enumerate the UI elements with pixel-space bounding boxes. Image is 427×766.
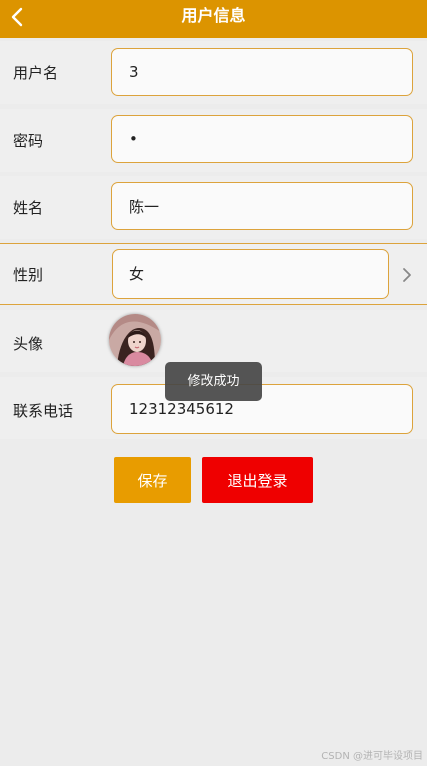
success-toast: 修改成功 <box>165 362 262 401</box>
username-input[interactable] <box>111 48 413 96</box>
watermark: CSDN @进可毕设项目 <box>321 751 423 762</box>
password-label: 密码 <box>13 132 44 150</box>
phone-label: 联系电话 <box>13 402 74 420</box>
save-button[interactable]: 保存 <box>114 457 191 503</box>
name-label: 姓名 <box>13 199 44 217</box>
avatar[interactable] <box>109 314 161 366</box>
phone-input[interactable] <box>111 384 413 434</box>
chevron-right-icon[interactable] <box>399 267 415 283</box>
gender-select[interactable]: 女 <box>112 249 389 299</box>
page-title: 用户信息 <box>181 8 246 25</box>
avatar-label: 头像 <box>13 335 44 353</box>
app-header: 用户信息 <box>0 0 427 38</box>
name-input[interactable] <box>111 182 413 230</box>
logout-button[interactable]: 退出登录 <box>202 457 313 503</box>
username-label: 用户名 <box>13 64 59 82</box>
gender-label: 性别 <box>13 266 44 284</box>
password-input[interactable] <box>111 115 413 163</box>
